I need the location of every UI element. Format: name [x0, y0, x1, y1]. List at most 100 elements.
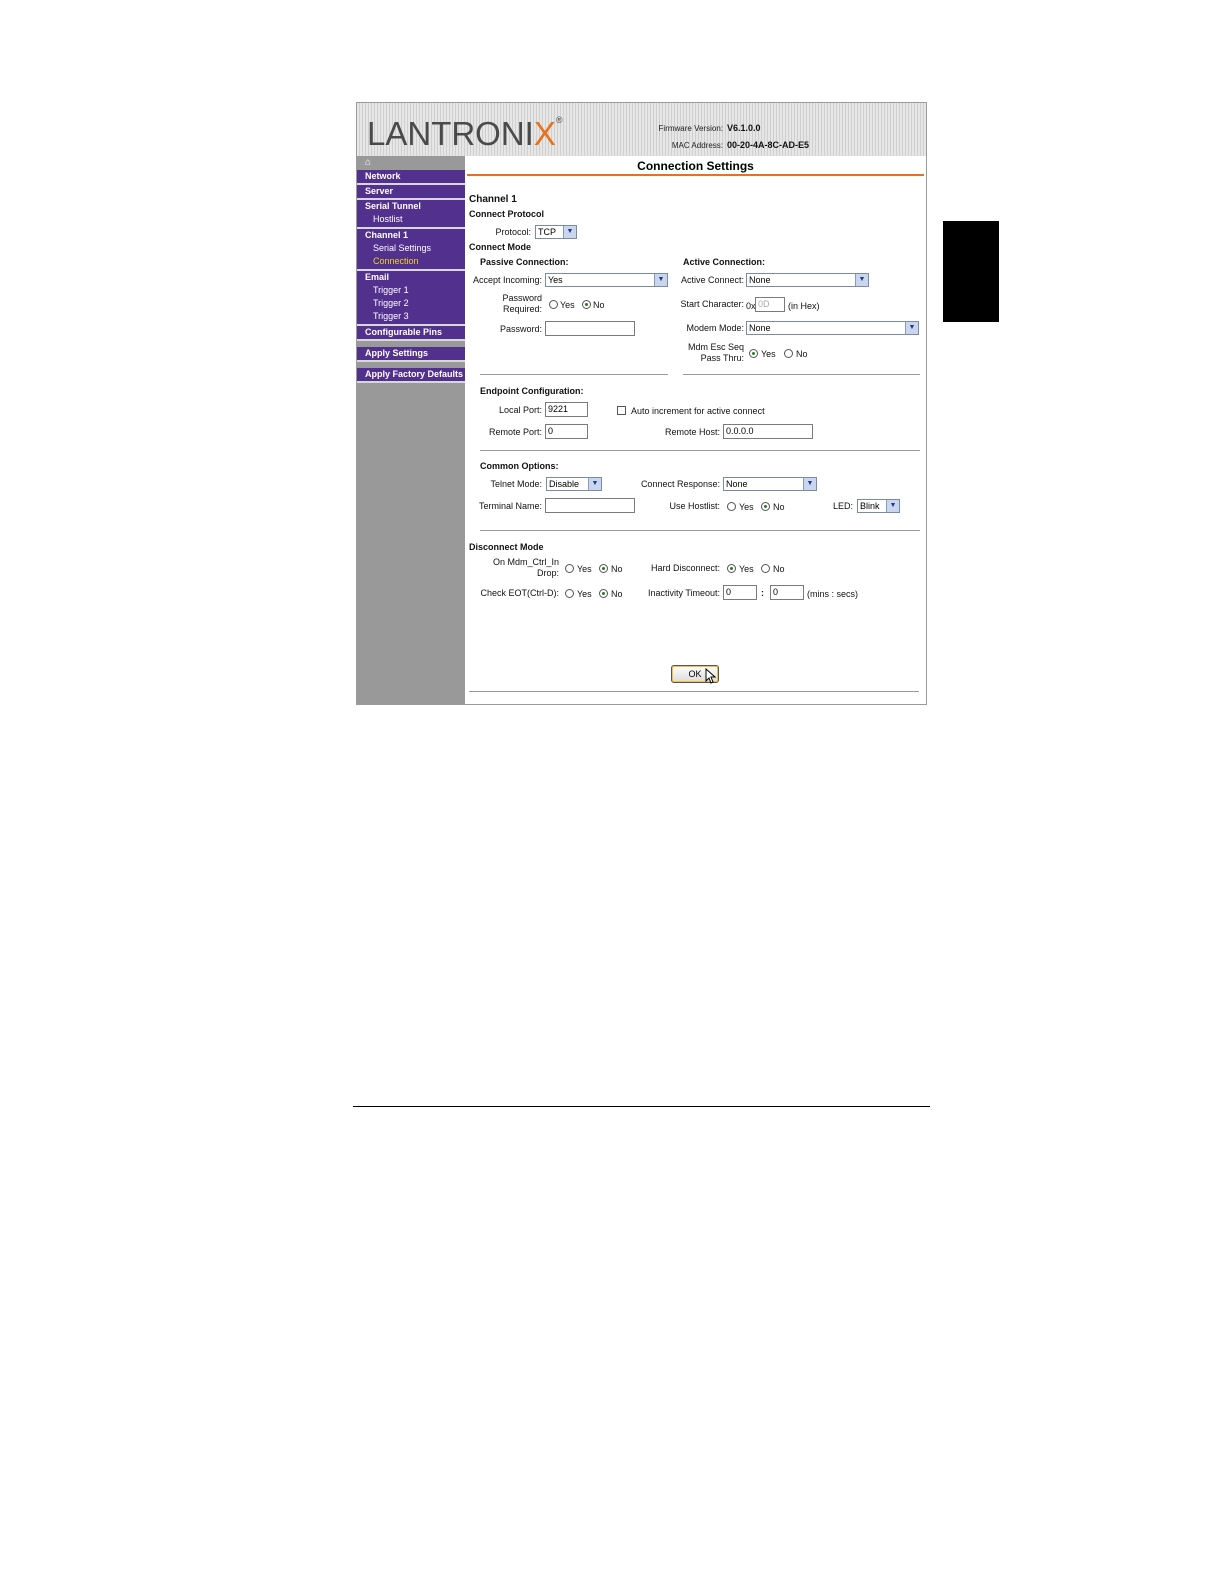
sidebar-item-email[interactable]: Email [357, 271, 465, 284]
divider [480, 374, 668, 375]
local-port-input[interactable]: 9221 [545, 402, 588, 417]
common-options-heading: Common Options: [480, 461, 559, 471]
led-select[interactable]: Blink ▼ [857, 499, 900, 513]
use-hostlist-no-radio[interactable] [761, 502, 770, 511]
sidebar-item-serial-tunnel[interactable]: Serial Tunnel [357, 200, 465, 213]
auto-increment-checkbox[interactable] [617, 406, 626, 415]
password-required-yes-label: Yes [560, 300, 575, 310]
chevron-down-icon: ▼ [855, 274, 868, 286]
hard-disconnect-yes-label: Yes [739, 564, 754, 574]
mdm-esc-no-label: No [796, 349, 808, 359]
accept-incoming-select[interactable]: Yes ▼ [545, 273, 668, 287]
hard-disconnect-label: Hard Disconnect: [650, 563, 720, 573]
connect-response-select[interactable]: None ▼ [723, 477, 817, 491]
chevron-down-icon: ▼ [588, 478, 601, 490]
sidebar-group-email: Email Trigger 1 Trigger 2 Trigger 3 [357, 271, 465, 326]
sidebar-item-trigger2[interactable]: Trigger 2 [357, 297, 465, 310]
use-hostlist-label: Use Hostlist: [669, 501, 720, 511]
hard-disconnect-no-radio[interactable] [761, 564, 770, 573]
mdm-ctrl-yes-label: Yes [577, 564, 592, 574]
active-connect-value: None [749, 275, 771, 285]
active-connect-label: Active Connect: [680, 275, 744, 285]
sidebar-group-channel1: Channel 1 Serial Settings Connection [357, 229, 465, 271]
header-banner: LANTRONIX® Firmware Version: V6.1.0.0 MA… [357, 103, 926, 156]
active-connection-heading: Active Connection: [683, 257, 766, 267]
connect-mode-heading: Connect Mode [469, 242, 531, 252]
divider [683, 374, 920, 375]
home-icon[interactable]: ⌂ [357, 156, 465, 170]
page-title: Connection Settings [637, 159, 754, 173]
sidebar-item-network[interactable]: Network [357, 170, 465, 185]
check-eot-no-label: No [611, 589, 623, 599]
telnet-mode-label: Telnet Mode: [490, 479, 542, 489]
sidebar-item-serial-settings[interactable]: Serial Settings [357, 242, 465, 255]
password-required-label-1: Password [502, 293, 542, 303]
remote-port-label: Remote Port: [488, 427, 542, 437]
sidebar-item-apply-settings[interactable]: Apply Settings [357, 347, 465, 362]
mdm-esc-label-2: Pass Thru: [700, 353, 744, 363]
connect-response-label: Connect Response: [640, 479, 720, 489]
mdm-esc-label-1: Mdm Esc Seq [687, 342, 744, 352]
sidebar-item-hostlist[interactable]: Hostlist [357, 213, 465, 226]
mac-label: MAC Address: [671, 141, 723, 150]
password-input[interactable] [545, 321, 635, 336]
chevron-down-icon: ▼ [905, 322, 918, 334]
mdm-ctrl-label-1: On Mdm_Ctrl_In [492, 557, 559, 567]
firmware-value: V6.1.0.0 [727, 123, 761, 133]
accept-incoming-value: Yes [548, 275, 563, 285]
sidebar-item-configurable-pins[interactable]: Configurable Pins [357, 326, 465, 341]
telnet-mode-select[interactable]: Disable ▼ [546, 477, 602, 491]
mins-secs-label: (mins : secs) [807, 589, 859, 599]
mdm-ctrl-label-2: Drop: [536, 568, 559, 578]
disconnect-mode-heading: Disconnect Mode [469, 542, 544, 552]
active-connect-select[interactable]: None ▼ [746, 273, 869, 287]
start-character-label: Start Character: [680, 299, 744, 309]
sidebar-item-trigger3[interactable]: Trigger 3 [357, 310, 465, 323]
page-edge-tab [943, 221, 999, 322]
protocol-select[interactable]: TCP ▼ [535, 225, 577, 239]
browser-screenshot: LANTRONIX® Firmware Version: V6.1.0.0 MA… [356, 102, 927, 705]
modem-mode-select[interactable]: None ▼ [746, 321, 919, 335]
endpoint-configuration-heading: Endpoint Configuration: [480, 386, 584, 396]
mouse-cursor-icon [705, 668, 717, 684]
sidebar-group-serial-tunnel: Serial Tunnel Hostlist [357, 200, 465, 229]
terminal-name-input[interactable] [545, 498, 635, 513]
use-hostlist-yes-radio[interactable] [727, 502, 736, 511]
sidebar-item-server[interactable]: Server [357, 185, 465, 200]
password-required-yes-radio[interactable] [549, 300, 558, 309]
in-hex-label: (in Hex) [788, 301, 820, 311]
protocol-value: TCP [538, 227, 556, 237]
check-eot-label: Check EOT(Ctrl-D): [480, 588, 560, 598]
main-content: Connection Settings Channel 1 Connect Pr… [465, 156, 926, 704]
sidebar-item-channel1[interactable]: Channel 1 [357, 229, 465, 242]
inactivity-minutes-input[interactable]: 0 [723, 585, 757, 600]
footer-rule [353, 1106, 930, 1107]
sidebar-item-connection[interactable]: Connection [357, 255, 465, 268]
connect-protocol-heading: Connect Protocol [469, 209, 545, 219]
check-eot-no-radio[interactable] [599, 589, 608, 598]
sidebar: ⌂ Network Server Serial Tunnel Hostlist … [357, 156, 465, 704]
modem-mode-label: Modem Mode: [686, 323, 744, 333]
channel-heading: Channel 1 [469, 194, 517, 205]
remote-port-input[interactable]: 0 [545, 424, 588, 439]
mdm-ctrl-no-radio[interactable] [599, 564, 608, 573]
chevron-down-icon: ▼ [886, 500, 899, 512]
check-eot-yes-radio[interactable] [565, 589, 574, 598]
mdm-esc-no-radio[interactable] [784, 349, 793, 358]
remote-host-label: Remote Host: [664, 427, 720, 437]
mdm-esc-yes-radio[interactable] [749, 349, 758, 358]
hard-disconnect-yes-radio[interactable] [727, 564, 736, 573]
connect-response-value: None [726, 479, 748, 489]
led-value: Blink [860, 501, 880, 511]
divider [469, 691, 919, 692]
local-port-label: Local Port: [498, 405, 542, 415]
divider [480, 530, 920, 531]
mdm-ctrl-yes-radio[interactable] [565, 564, 574, 573]
inactivity-seconds-input[interactable]: 0 [770, 585, 804, 600]
password-required-no-radio[interactable] [582, 300, 591, 309]
sidebar-nav: ⌂ Network Server Serial Tunnel Hostlist … [357, 156, 465, 383]
sidebar-item-apply-factory-defaults[interactable]: Apply Factory Defaults [357, 368, 465, 383]
remote-host-input[interactable]: 0.0.0.0 [723, 424, 813, 439]
start-character-input[interactable]: 0D [755, 297, 785, 312]
sidebar-item-trigger1[interactable]: Trigger 1 [357, 284, 465, 297]
